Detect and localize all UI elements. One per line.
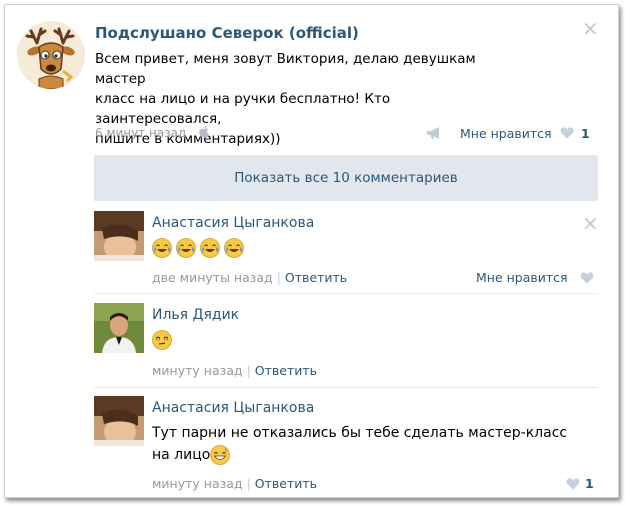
comment-divider	[94, 387, 598, 388]
group-avatar[interactable]	[17, 21, 85, 89]
avatar-photo	[94, 396, 144, 446]
reply-button[interactable]: Ответить	[255, 363, 317, 378]
comment-text: Тут парни не отказались бы тебе сделать …	[152, 422, 592, 466]
comment-meta: минуту назад | Ответить	[152, 363, 317, 378]
comment-author-link[interactable]: Илья Дядик	[152, 307, 239, 323]
post-time[interactable]: 6 минут назад	[95, 126, 186, 140]
comment-text-line: на лицо	[152, 447, 211, 463]
heart-icon[interactable]	[566, 477, 580, 490]
comment-meta: минуту назад | Ответить	[152, 476, 317, 491]
comment-time[interactable]: минуту назад	[152, 363, 243, 378]
comment-text-line: Тут парни не отказались бы тебе сделать …	[152, 425, 568, 441]
comment-text	[152, 329, 592, 351]
show-all-comments-button[interactable]: Показать все 10 комментариев	[94, 155, 598, 201]
comment-like-button[interactable]: Мне нравится	[476, 270, 568, 285]
like-count: 1	[581, 126, 590, 141]
meta-separator: |	[276, 270, 281, 285]
post-text-line: класс на лицо и на ручки бесплатно! Кто …	[95, 91, 391, 127]
comment-meta: две минуты назад | Ответить	[152, 270, 347, 285]
meta-separator: |	[246, 476, 251, 491]
face-tears-of-joy-icon	[152, 238, 172, 258]
heart-icon[interactable]	[580, 271, 594, 284]
face-tears-of-joy-icon	[224, 238, 244, 258]
megaphone-icon[interactable]	[425, 126, 443, 140]
heart-icon[interactable]	[560, 126, 574, 139]
avatar-photo	[94, 303, 144, 353]
reply-button[interactable]: Ответить	[285, 270, 347, 285]
comment-time[interactable]: две минуты назад	[152, 270, 273, 285]
face-unamused-icon	[152, 330, 172, 350]
comment-item: Анастасия Цыганкова Тут парни не отказал…	[94, 396, 598, 496]
avatar-photo	[94, 211, 144, 261]
comment-item: Илья Дядик минуту назад | Ответить	[94, 303, 598, 383]
comment-avatar[interactable]	[94, 396, 144, 446]
close-icon[interactable]: ✕	[582, 214, 599, 234]
face-tears-of-joy-icon	[176, 238, 196, 258]
comment-item: Анастасия Цыганкова две минуты назад | Отв…	[94, 211, 599, 291]
reply-button[interactable]: Ответить	[255, 476, 317, 491]
comment-text	[152, 237, 592, 259]
post-card: ✕ Подслушано Северок (official) Всем при…	[4, 4, 619, 498]
comment-avatar[interactable]	[94, 211, 144, 261]
comment-time[interactable]: минуту назад	[152, 476, 243, 491]
face-tears-of-joy-icon	[200, 238, 220, 258]
apple-icon	[199, 126, 209, 138]
comment-author-link[interactable]: Анастасия Цыганкова	[152, 400, 314, 416]
post-text-line: Всем привет, меня зовут Виктория, делаю …	[95, 51, 476, 87]
comment-avatar[interactable]	[94, 303, 144, 353]
meta-separator: |	[246, 363, 251, 378]
comment-divider	[94, 293, 598, 294]
close-icon[interactable]: ✕	[582, 19, 599, 39]
like-button[interactable]: Мне нравится	[460, 126, 552, 141]
deer-logo	[17, 21, 85, 89]
face-grinning-sweat-icon	[210, 445, 231, 465]
comment-author-link[interactable]: Анастасия Цыганкова	[152, 215, 314, 231]
post-author-link[interactable]: Подслушано Северок (official)	[95, 24, 359, 42]
like-count: 1	[585, 476, 594, 491]
